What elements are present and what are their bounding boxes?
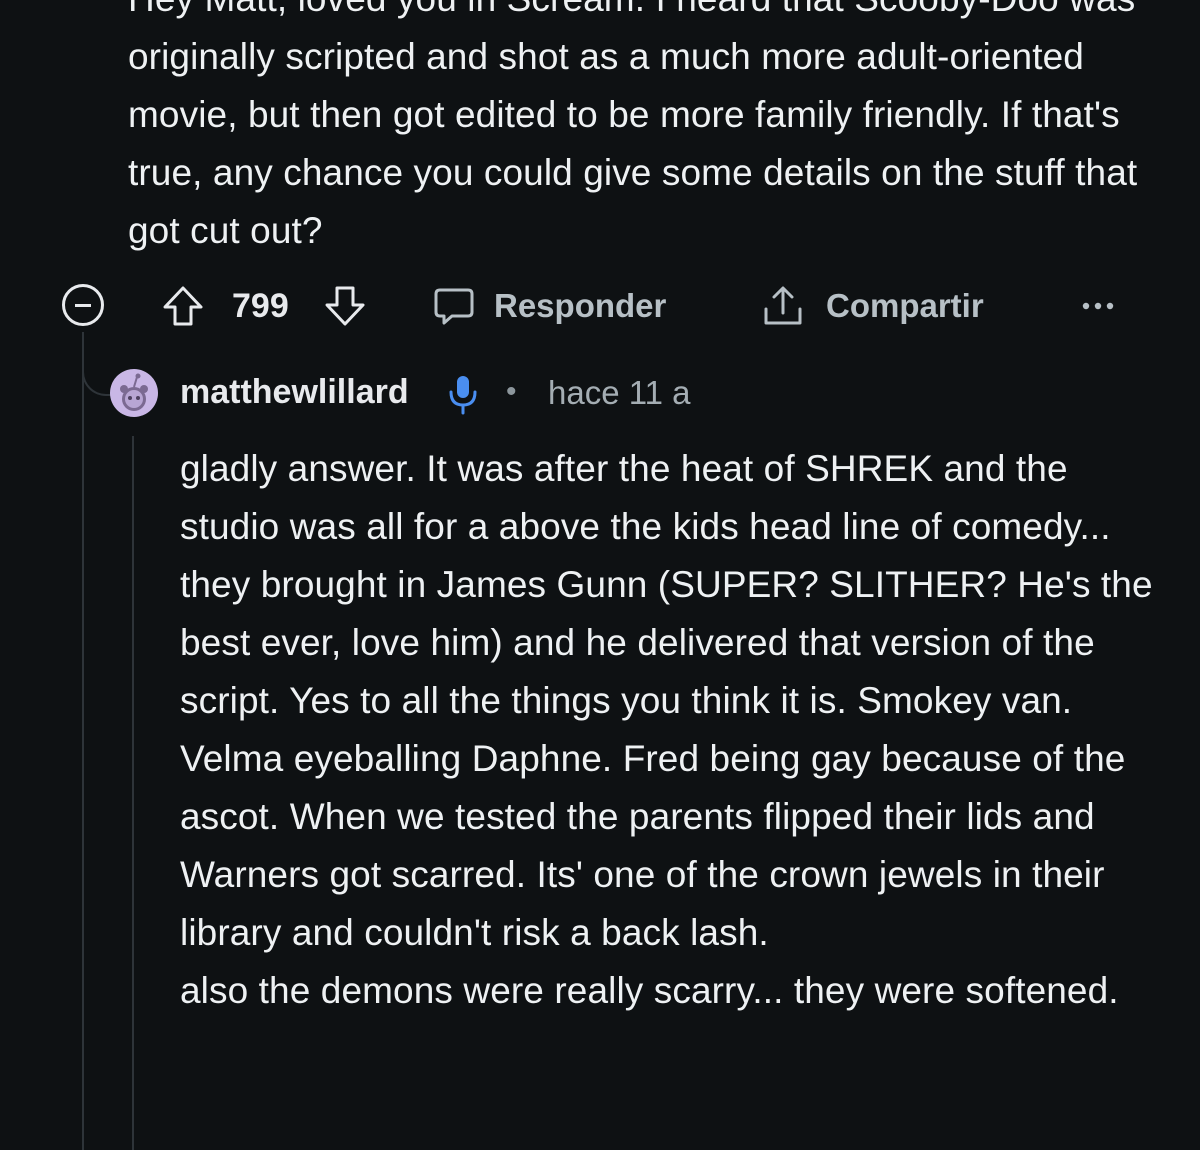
- comment-timestamp: hace 11 a: [548, 374, 691, 411]
- snoo-avatar-icon: [120, 373, 148, 411]
- reply-button[interactable]: Responder: [432, 280, 666, 332]
- parent-comment-text: Hey Matt, loved you in Scream. I heard t…: [128, 0, 1138, 251]
- chat-bubble-icon: [434, 288, 474, 325]
- upvote-icon[interactable]: [160, 283, 206, 329]
- collapse-thread-button[interactable]: [62, 284, 104, 326]
- share-icon: [764, 286, 802, 325]
- comment-author[interactable]: matthewlillard: [180, 373, 409, 412]
- parent-comment-body: Hey Matt, loved you in Scream. I heard t…: [128, 0, 1148, 260]
- comment-action-bar: 799 Responder Compartir: [0, 280, 1200, 332]
- share-button[interactable]: Compartir: [760, 280, 984, 332]
- share-button-label: Compartir: [826, 287, 984, 324]
- vote-score: 799: [232, 287, 289, 325]
- reply-thread-line[interactable]: [132, 436, 134, 1150]
- avatar[interactable]: [110, 369, 158, 417]
- microphone-icon: [449, 376, 477, 415]
- meta-separator: •: [506, 375, 517, 408]
- reply-paragraph: gladly answer. It was after the heat of …: [180, 448, 1153, 953]
- thread-line: [82, 332, 84, 1150]
- reply-paragraph: also the demons were really scarry... th…: [180, 970, 1119, 1011]
- more-options-icon[interactable]: [1080, 300, 1116, 312]
- downvote-icon[interactable]: [322, 283, 368, 329]
- thread-branch-curve: [82, 340, 112, 396]
- reply-button-label: Responder: [494, 287, 667, 324]
- reply-comment-body: gladly answer. It was after the heat of …: [180, 440, 1170, 1020]
